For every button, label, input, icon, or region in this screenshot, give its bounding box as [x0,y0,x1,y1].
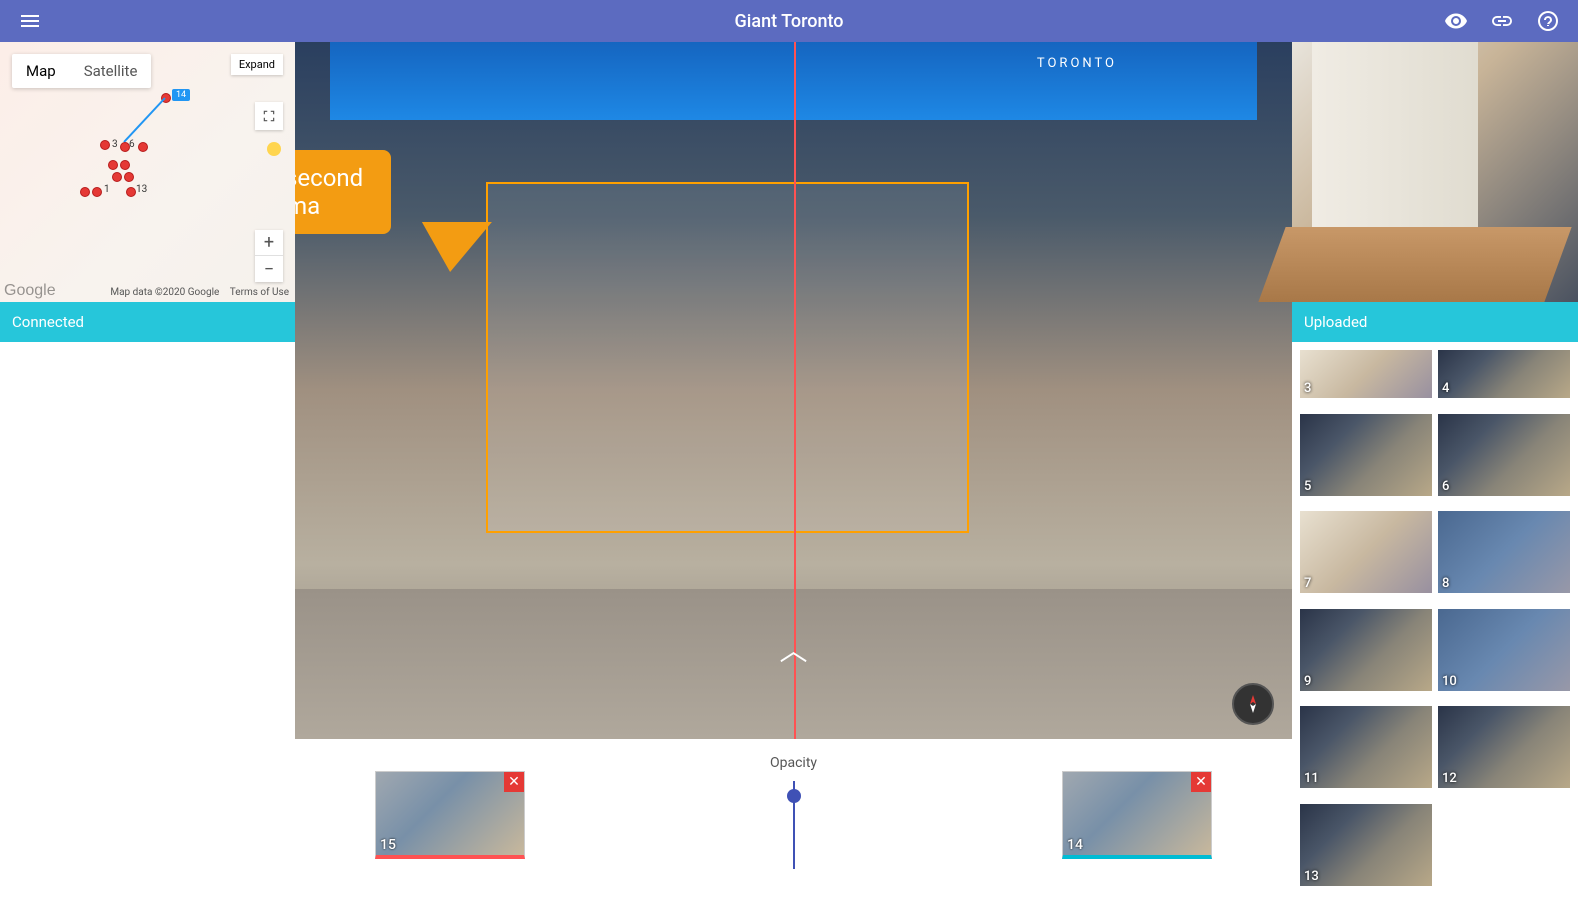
map-data-credit: Map data ©2020 Google [110,287,219,298]
menu-icon[interactable] [18,9,42,33]
overlay-frame[interactable] [486,182,969,533]
callout-line1: Center the second [295,164,363,192]
thumb-number: 14 [1067,837,1083,853]
panorama-thumb[interactable]: 12 [1438,706,1570,788]
slider-knob[interactable] [787,789,801,803]
map-marker-label: 13 [136,184,147,195]
visibility-icon[interactable] [1444,9,1468,33]
panorama-thumb[interactable]: 4 [1438,350,1570,398]
center-panel: TORONTO ︿ Center the second panorama Opa… [295,42,1292,903]
instruction-callout: Center the second panorama [295,150,391,234]
panorama-thumb[interactable]: 6 [1438,414,1570,496]
pegman-icon[interactable] [267,142,281,156]
compass-control[interactable] [1232,683,1274,725]
thumb-number: 11 [1304,771,1319,786]
map-marker[interactable] [138,142,148,152]
map-marker[interactable] [108,160,118,170]
map-tab-satellite[interactable]: Satellite [70,54,152,88]
thumb-number: 8 [1442,576,1449,591]
map-terms-link[interactable]: Terms of Use [230,287,289,298]
sign-text: TORONTO [1037,56,1117,71]
map[interactable]: Map Satellite Expand + − 14 3 6 [0,42,295,302]
page-title: Giant Toronto [735,11,844,32]
compare-strip: Opacity ✕ 15 ✕ 14 [295,739,1292,903]
map-marker-label: 1 [104,184,110,195]
right-panel: Uploaded 3 4 5 6 7 8 9 10 11 12 13 [1292,42,1578,903]
close-icon[interactable]: ✕ [504,772,524,792]
link-icon[interactable] [1490,9,1514,33]
zoom-in-button[interactable]: + [255,230,283,256]
thumb-number: 3 [1304,381,1311,396]
map-marker-label: 3 [112,139,118,150]
preview-pane[interactable] [1292,42,1578,302]
map-type-tabs: Map Satellite [12,54,151,88]
status-uploaded: Uploaded [1292,302,1578,342]
thumb-number: 10 [1442,674,1457,689]
preview-floor [1258,227,1571,302]
thumb-number: 15 [380,837,396,853]
thumb-number: 6 [1442,479,1449,494]
panorama-thumb[interactable]: 13 [1300,804,1432,886]
thumb-number: 13 [1304,869,1319,884]
google-logo: Google [4,282,56,300]
map-marker[interactable] [124,172,134,182]
thumb-number: 5 [1304,479,1311,494]
thumb-number: 4 [1442,381,1449,396]
panorama-viewer[interactable]: TORONTO ︿ Center the second panorama [295,42,1292,739]
preview-wall [1312,42,1478,232]
status-connected: Connected [0,302,295,342]
thumb-number: 7 [1304,576,1311,591]
map-marker[interactable] [126,187,136,197]
thumb-number: 9 [1304,674,1311,689]
expand-button[interactable]: Expand [231,54,283,75]
compare-thumb-left[interactable]: ✕ 15 [375,771,525,859]
map-marker[interactable] [80,187,90,197]
map-marker-label: 6 [129,139,135,150]
zoom-controls: + − [255,230,283,282]
thumb-number: 12 [1442,771,1457,786]
map-marker[interactable] [100,140,110,150]
compare-thumb-right[interactable]: ✕ 14 [1062,771,1212,859]
map-marker[interactable] [112,172,122,182]
panorama-thumb[interactable]: 8 [1438,511,1570,593]
panorama-thumb[interactable]: 5 [1300,414,1432,496]
map-marker[interactable] [92,187,102,197]
left-panel: Map Satellite Expand + − 14 3 6 [0,42,295,903]
navigate-forward-icon[interactable]: ︿ [779,629,807,669]
panorama-thumb[interactable]: 9 [1300,609,1432,691]
fullscreen-icon[interactable] [255,102,283,130]
zoom-out-button[interactable]: − [255,256,283,282]
map-marker[interactable] [120,160,130,170]
panorama-thumb[interactable]: 3 [1300,350,1432,398]
opacity-slider[interactable] [793,781,795,869]
map-attribution: Map data ©2020 Google Terms of Use [102,287,289,298]
map-tab-map[interactable]: Map [12,54,70,88]
close-icon[interactable]: ✕ [1191,772,1211,792]
app-header: Giant Toronto [0,0,1578,42]
panorama-thumb[interactable]: 7 [1300,511,1432,593]
thumbnail-grid: 3 4 5 6 7 8 9 10 11 12 13 [1292,342,1578,903]
callout-line2: panorama [295,192,363,220]
panorama-thumb[interactable]: 10 [1438,609,1570,691]
opacity-label: Opacity [770,755,817,771]
panorama-thumb[interactable]: 11 [1300,706,1432,788]
help-icon[interactable] [1536,9,1560,33]
